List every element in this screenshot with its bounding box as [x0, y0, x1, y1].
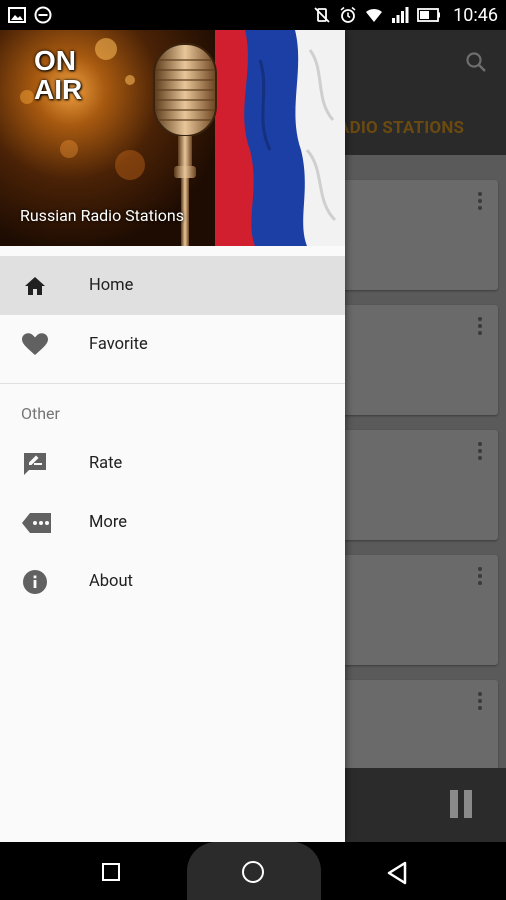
- drawer-item-label: Home: [89, 276, 134, 295]
- station-card[interactable]: [338, 180, 498, 290]
- recent-apps-icon[interactable]: [102, 863, 120, 881]
- rate-review-icon: [22, 451, 48, 477]
- overflow-menu-icon[interactable]: [478, 567, 482, 585]
- status-bar: 10:46: [0, 0, 506, 30]
- drawer-title: Russian Radio Stations: [20, 206, 184, 225]
- on-air-badge: ON AIR: [34, 46, 82, 104]
- station-card[interactable]: [338, 305, 498, 415]
- station-card[interactable]: [338, 555, 498, 665]
- heart-icon: [22, 332, 48, 358]
- pause-icon[interactable]: [450, 790, 472, 818]
- do-not-disturb-icon: [34, 6, 52, 24]
- overflow-menu-icon[interactable]: [478, 317, 482, 335]
- drawer-item-rate[interactable]: Rate: [0, 434, 345, 493]
- drawer-item-about[interactable]: About: [0, 552, 345, 611]
- russian-flag-image: [215, 30, 345, 246]
- drawer-item-home[interactable]: Home: [0, 256, 345, 315]
- wifi-icon: [365, 6, 383, 24]
- battery-icon: [417, 6, 441, 24]
- drawer-item-label: More: [89, 513, 128, 532]
- overflow-menu-icon[interactable]: [478, 192, 482, 210]
- drawer-section-title: Other: [21, 404, 60, 423]
- drawer-item-favorite[interactable]: Favorite: [0, 315, 345, 374]
- navigation-drawer: ON AIR Russian Radio Stations Home Favor…: [0, 30, 345, 842]
- system-navigation-bar: [0, 842, 506, 900]
- home-icon: [22, 273, 48, 299]
- home-button-icon[interactable]: [242, 861, 264, 883]
- vibrate-off-icon: [313, 6, 331, 24]
- on-air-line2: AIR: [34, 74, 83, 105]
- on-air-line1: ON: [34, 45, 76, 76]
- back-icon[interactable]: [386, 861, 408, 889]
- station-card[interactable]: [338, 430, 498, 540]
- search-icon[interactable]: [464, 50, 488, 78]
- drawer-header: ON AIR Russian Radio Stations: [0, 30, 345, 246]
- tab-radio-stations[interactable]: ADIO STATIONS: [338, 118, 464, 138]
- drawer-item-label: Rate: [89, 454, 123, 473]
- drawer-item-label: Favorite: [89, 335, 148, 354]
- picture-notification-icon: [8, 6, 26, 24]
- signal-icon: [391, 6, 409, 24]
- overflow-menu-icon[interactable]: [478, 442, 482, 460]
- overflow-menu-icon[interactable]: [478, 692, 482, 710]
- alarm-icon: [339, 6, 357, 24]
- status-time: 10:46: [453, 4, 498, 26]
- drawer-item-more[interactable]: More: [0, 493, 345, 552]
- drawer-item-label: About: [89, 572, 133, 591]
- info-icon: [22, 569, 48, 595]
- more-tag-icon: [22, 510, 52, 536]
